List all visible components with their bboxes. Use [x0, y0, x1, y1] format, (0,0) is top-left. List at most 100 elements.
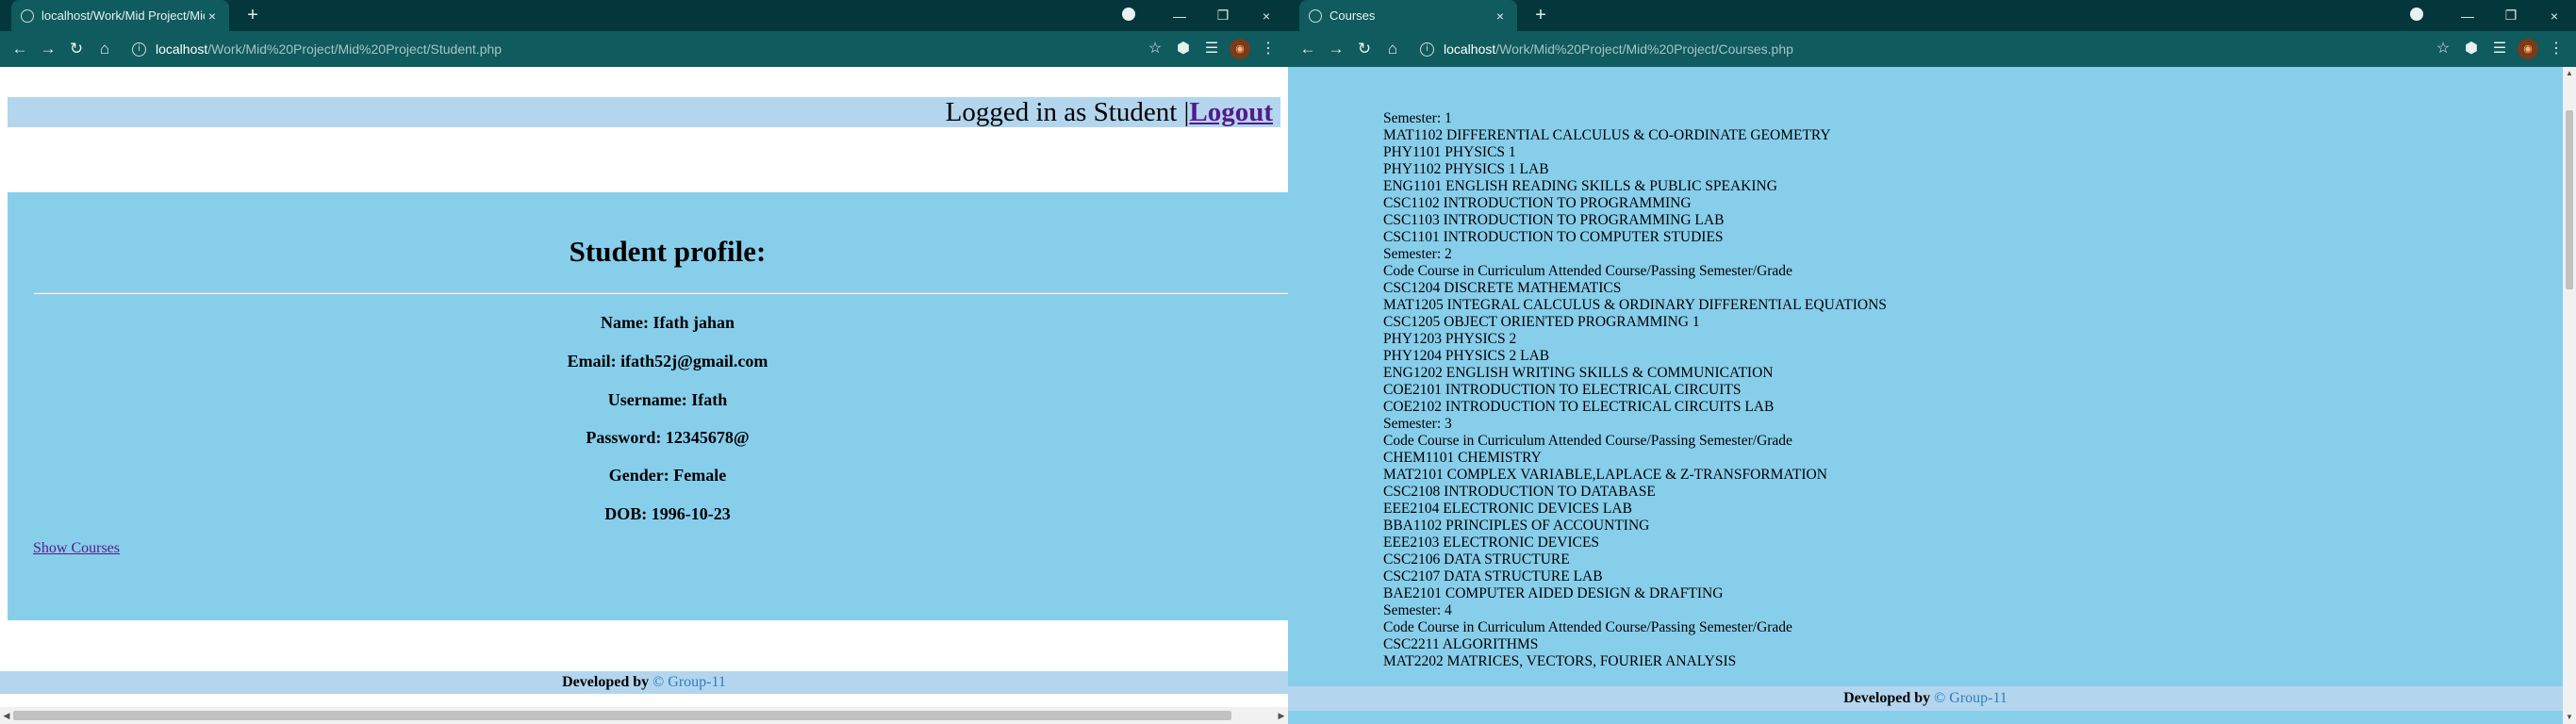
profile-avatar-icon[interactable]: ◉ — [1230, 39, 1250, 59]
logged-in-text: Logged in as Student | — [945, 97, 1190, 127]
close-tab-icon[interactable]: × — [205, 8, 220, 24]
extensions-icon[interactable]: ⬢ — [1169, 35, 1197, 63]
course-item: PHY1204 PHYSICS 2 LAB — [1383, 348, 1550, 364]
course-table-header: Code Course in Curriculum Attended Cours… — [1383, 619, 1792, 635]
forward-icon[interactable]: → — [34, 35, 62, 63]
developed-by-label: Developed by — [1843, 690, 1935, 706]
course-item: EEE2104 ELECTRONIC DEVICES LAB — [1383, 501, 1632, 517]
course-item: CHEM1101 CHEMISTRY — [1383, 450, 1542, 466]
reading-list-icon[interactable]: ☰ — [2485, 35, 2514, 63]
url-path: /Work/Mid%20Project/Mid%20Project/Course… — [1495, 41, 1793, 57]
profile-username: Username: Ifath — [607, 390, 728, 409]
restore-icon[interactable]: ❐ — [2489, 8, 2533, 24]
group-credit: © Group-11 — [1934, 690, 2007, 706]
address-bar[interactable]: i localhost/Work/Mid%20Project/Mid%20Pro… — [1414, 35, 2421, 63]
scroll-up-arrow-icon[interactable]: ▲ — [2563, 67, 2576, 80]
horizontal-scrollbar[interactable]: ◀ ▶ — [0, 707, 1288, 724]
course-item: BBA1102 PRINCIPLES OF ACCOUNTING — [1383, 518, 1650, 534]
scroll-left-arrow-icon[interactable]: ◀ — [0, 707, 13, 724]
course-item: PHY1101 PHYSICS 1 — [1383, 144, 1516, 160]
close-window-icon[interactable]: × — [2533, 8, 2576, 24]
toolbar-actions: ☆ ⬢ ☰ ◉ ⋮ — [2429, 35, 2570, 63]
url-host: localhost — [1444, 41, 1496, 57]
globe-icon — [21, 8, 34, 23]
show-courses-link[interactable]: Show Courses — [33, 540, 120, 557]
close-tab-icon[interactable]: × — [1493, 8, 1508, 24]
menu-icon[interactable]: ⋮ — [2542, 35, 2570, 63]
group-credit: © Group-11 — [652, 674, 726, 690]
course-item: MAT2202 MATRICES, VECTORS, FOURIER ANALY… — [1383, 653, 1737, 669]
tab-student[interactable]: localhost/Work/Mid Project/Mid × — [11, 0, 229, 31]
course-item: CSC2106 DATA STRUCTURE — [1383, 551, 1570, 568]
close-window-icon[interactable]: × — [1245, 8, 1288, 24]
page-footer: Developed by © Group-11 — [0, 671, 1288, 694]
course-item: CSC1103 INTRODUCTION TO PROGRAMMING LAB — [1383, 212, 1725, 228]
developed-by-label: Developed by — [562, 674, 653, 690]
bookmark-star-icon[interactable]: ☆ — [1141, 35, 1169, 63]
semester-heading: Semester: 1 — [1383, 110, 1452, 126]
course-item: CSC2107 DATA STRUCTURE LAB — [1383, 568, 1603, 584]
course-table-header: Code Course in Curriculum Attended Cours… — [1383, 263, 1792, 279]
profile-avatar-icon[interactable]: ◉ — [2518, 39, 2538, 59]
new-tab-icon[interactable]: + — [1529, 4, 1552, 26]
tab-courses[interactable]: Courses × — [1299, 0, 1517, 31]
semester-heading: Semester: 3 — [1383, 416, 1452, 432]
site-info-icon[interactable]: i — [1420, 41, 1434, 57]
minimize-icon[interactable]: — — [1158, 8, 1201, 24]
window-controls: — ❐ × — [1115, 0, 1288, 31]
course-item: CSC1205 OBJECT ORIENTED PROGRAMMING 1 — [1383, 314, 1700, 330]
bookmark-star-icon[interactable]: ☆ — [2429, 35, 2457, 63]
course-item: PHY1102 PHYSICS 1 LAB — [1383, 161, 1549, 177]
browser-window-courses: Courses × + — ❐ × ← → ↻ ⌂ i localhost/Wo… — [1288, 0, 2576, 724]
course-item: ENG1101 ENGLISH READING SKILLS & PUBLIC … — [1383, 178, 1777, 194]
logout-link[interactable]: Logout — [1189, 97, 1273, 127]
vertical-scrollbar[interactable]: ▲ ▼ — [2563, 67, 2576, 724]
course-item: CSC1102 INTRODUCTION TO PROGRAMMING — [1383, 195, 1692, 211]
profile-name: Name: Ifath jahan — [601, 313, 735, 332]
scrollbar-thumb[interactable] — [2566, 110, 2573, 289]
tab-strip: localhost/Work/Mid Project/Mid × + — ❐ × — [0, 0, 1288, 31]
semester-heading: Semester: 4 — [1383, 602, 1452, 618]
home-icon[interactable]: ⌂ — [1379, 35, 1407, 63]
back-icon[interactable]: ← — [1294, 35, 1322, 63]
course-item: CSC2211 ALGORITHMS — [1383, 636, 1539, 652]
scrollbar-thumb[interactable] — [13, 711, 1231, 720]
page-viewport-student: Logged in as Student |Logout Student pro… — [0, 67, 1288, 724]
scroll-down-arrow-icon[interactable]: ▼ — [2563, 711, 2576, 724]
tab-strip: Courses × + — ❐ × — [1288, 0, 2576, 31]
course-item: BAE2101 COMPUTER AIDED DESIGN & DRAFTING — [1383, 585, 1724, 601]
forward-icon[interactable]: → — [1322, 35, 1350, 63]
profile-gender: Gender: Female — [608, 466, 727, 485]
restore-icon[interactable]: ❐ — [1201, 8, 1245, 24]
page-footer: Developed by © Group-11 — [1288, 686, 2563, 711]
course-table-header: Code Course in Curriculum Attended Cours… — [1383, 433, 1792, 449]
reload-icon[interactable]: ↻ — [62, 35, 91, 63]
profile-email: Email: ifath52j@gmail.com — [567, 352, 768, 370]
tab-search-icon[interactable] — [1115, 8, 1158, 24]
course-item: PHY1203 PHYSICS 2 — [1383, 331, 1517, 347]
browser-window-student: localhost/Work/Mid Project/Mid × + — ❐ ×… — [0, 0, 1288, 724]
globe-icon — [1309, 8, 1322, 23]
scroll-right-arrow-icon[interactable]: ▶ — [1275, 707, 1288, 724]
reading-list-icon[interactable]: ☰ — [1197, 35, 1226, 63]
minimize-icon[interactable]: — — [2446, 8, 2489, 24]
tab-title: localhost/Work/Mid Project/Mid — [41, 8, 205, 23]
course-item: CSC2108 INTRODUCTION TO DATABASE — [1383, 484, 1656, 500]
divider — [34, 292, 1288, 294]
menu-icon[interactable]: ⋮ — [1254, 35, 1282, 63]
browser-toolbar: ← → ↻ ⌂ i localhost/Work/Mid%20Project/M… — [1288, 31, 2576, 67]
profile-dob: DOB: 1996-10-23 — [604, 504, 731, 523]
window-controls: — ❐ × — [2403, 0, 2576, 31]
profile-password: Password: 12345678@ — [586, 428, 750, 447]
browser-toolbar: ← → ↻ ⌂ i localhost/Work/Mid%20Project/M… — [0, 31, 1288, 67]
home-icon[interactable]: ⌂ — [91, 35, 119, 63]
address-bar[interactable]: i localhost/Work/Mid%20Project/Mid%20Pro… — [126, 35, 1133, 63]
new-tab-icon[interactable]: + — [241, 4, 264, 26]
back-icon[interactable]: ← — [6, 35, 34, 63]
reload-icon[interactable]: ↻ — [1350, 35, 1379, 63]
page-title: Student profile: — [569, 235, 767, 268]
extensions-icon[interactable]: ⬢ — [2457, 35, 2485, 63]
tab-search-icon[interactable] — [2403, 8, 2446, 24]
site-info-icon[interactable]: i — [132, 41, 146, 57]
login-status-bar: Logged in as Student |Logout — [8, 97, 1280, 127]
